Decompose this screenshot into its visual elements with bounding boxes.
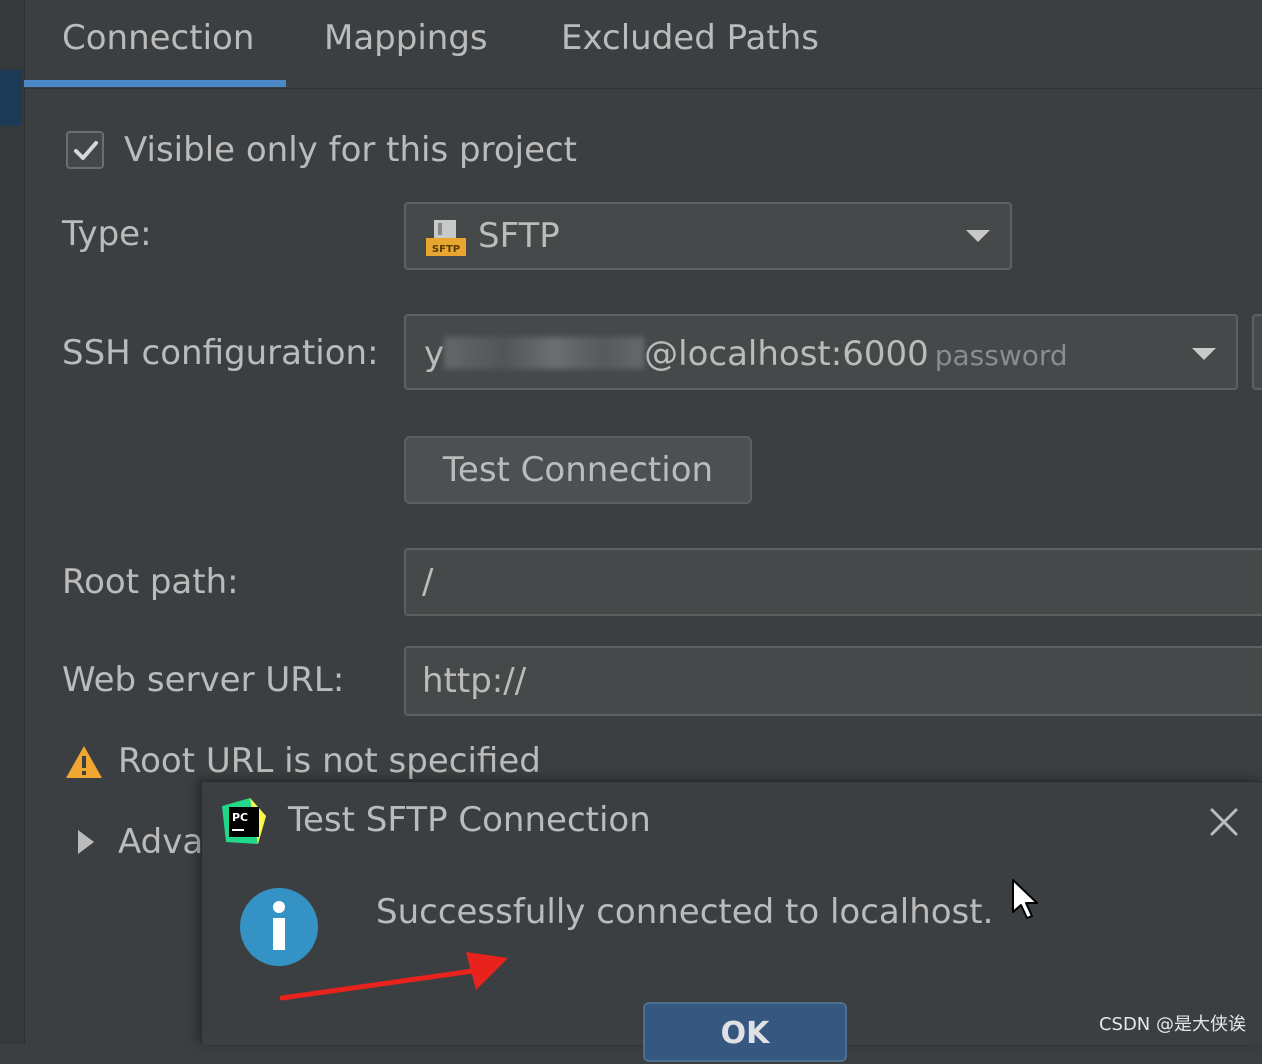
red-annotation-arrow-icon [280, 952, 508, 1001]
type-label: Type: [62, 214, 152, 254]
sidebar-selected-item[interactable] [0, 70, 22, 126]
sftp-icon: SFTP [426, 220, 466, 256]
ok-button[interactable]: OK [643, 1002, 847, 1062]
ssh-user-prefix: y [424, 334, 445, 374]
chevron-down-icon [966, 230, 990, 242]
warning-icon [66, 746, 102, 778]
pycharm-icon: PC [222, 798, 266, 844]
watermark: CSDN @是大侠诶 [1098, 1014, 1246, 1035]
visible-only-label: Visible only for this project [124, 130, 578, 170]
ssh-auth-hint: password [934, 339, 1068, 372]
ssh-host-value: @localhost:6000 [644, 334, 929, 374]
checkmark-icon [74, 141, 98, 160]
chevron-down-icon [1192, 348, 1216, 360]
root-path-label: Root path: [62, 562, 239, 602]
svg-text:PC: PC [232, 811, 248, 824]
ssh-configuration-label: SSH configuration: [62, 333, 379, 373]
root-path-input[interactable]: / [404, 548, 1262, 616]
test-connection-button[interactable]: Test Connection [404, 436, 752, 504]
active-tab-indicator [24, 80, 286, 87]
mouse-pointer-icon [1012, 879, 1038, 919]
ssh-configuration-dropdown[interactable]: y @localhost:6000 password [404, 314, 1238, 390]
dialog-message: Successfully connected to localhost. [376, 892, 994, 932]
tab-bar: Connection Mappings Excluded Paths [24, 0, 1262, 89]
type-dropdown[interactable]: SFTP SFTP [404, 202, 1012, 270]
tab-connection[interactable]: Connection [62, 18, 254, 58]
ssh-configuration-edit-button[interactable] [1252, 314, 1262, 390]
svg-text:SFTP: SFTP [432, 244, 460, 255]
redacted-username [444, 337, 645, 369]
close-icon[interactable] [1206, 804, 1242, 840]
warning-text: Root URL is not specified [118, 741, 541, 781]
dialog-title: Test SFTP Connection [288, 800, 651, 840]
web-server-url-label: Web server URL: [62, 660, 345, 700]
expand-triangle-icon[interactable] [78, 830, 94, 854]
visible-only-checkbox[interactable] [66, 131, 104, 169]
settings-sidebar [0, 0, 25, 1044]
tab-mappings[interactable]: Mappings [324, 18, 488, 58]
web-server-url-input[interactable]: http:// [404, 646, 1262, 716]
tab-excluded-paths[interactable]: Excluded Paths [561, 18, 819, 58]
type-value: SFTP [478, 216, 560, 256]
advanced-options-label[interactable]: Adva [118, 822, 203, 862]
